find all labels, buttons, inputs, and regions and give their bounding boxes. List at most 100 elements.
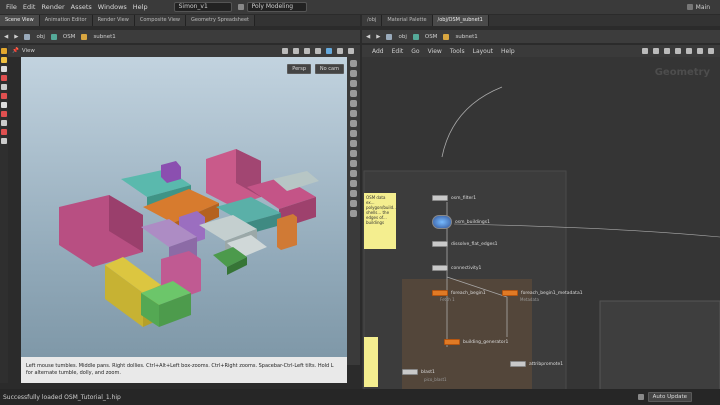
menu-help[interactable]: Help — [133, 3, 148, 11]
home-icon[interactable] — [664, 48, 670, 54]
frame-icon[interactable] — [326, 48, 332, 54]
display-option-icon[interactable] — [350, 210, 357, 217]
osm-icon — [50, 33, 57, 40]
pose-tool-icon[interactable] — [1, 57, 7, 63]
menu-assets[interactable]: Assets — [71, 3, 92, 11]
wrench-icon[interactable] — [642, 48, 648, 54]
grid-icon[interactable] — [1, 138, 7, 144]
net-menu-edit[interactable]: Edit — [392, 48, 404, 55]
scene-viewport[interactable]: Persp No cam — [21, 57, 347, 357]
desktop-field[interactable]: Poly Modeling — [246, 2, 307, 12]
path-subnet[interactable]: subnet1 — [455, 34, 477, 40]
camera-icon[interactable] — [1, 120, 7, 126]
display-option-icon[interactable] — [350, 200, 357, 207]
node-foreach-metadata[interactable]: foreach_begin1_metadata1 — [502, 290, 583, 296]
select-tool-icon[interactable] — [1, 48, 7, 54]
node-blast[interactable]: blast1 — [402, 369, 435, 375]
forward-arrow-icon[interactable]: ▶ — [376, 34, 380, 40]
scene-field[interactable]: Simon_v1 — [173, 2, 232, 12]
main-label: Main — [695, 3, 710, 11]
pin-icon[interactable]: 📌 — [12, 48, 19, 54]
tab-animation-editor[interactable]: Animation Editor — [39, 15, 93, 26]
sticky-note[interactable] — [364, 337, 378, 387]
flag-icon[interactable] — [653, 48, 659, 54]
display-option-icon[interactable] — [350, 130, 357, 137]
path-obj[interactable]: obj — [398, 34, 406, 40]
path-osm[interactable]: OSM — [63, 34, 76, 40]
network-wires — [363, 86, 720, 389]
left-toolbar — [0, 45, 8, 383]
node-building-generator[interactable]: building_generator1 — [444, 339, 508, 345]
net-menu-add[interactable]: Add — [372, 48, 384, 55]
display-option-icon[interactable] — [350, 170, 357, 177]
rotate-tool-icon[interactable] — [1, 75, 7, 81]
select-arrow-icon[interactable] — [293, 48, 299, 54]
node-connectivity[interactable]: connectivity1 — [432, 265, 481, 271]
tab-osm-subnet[interactable]: /obj/OSM_subnet1 — [432, 15, 489, 26]
sticky-note[interactable]: OSM data ex... polygon/build... shells..… — [364, 193, 397, 249]
tab-material-palette[interactable]: Material Palette — [382, 15, 433, 26]
tab-composite-view[interactable]: Composite View — [134, 15, 186, 26]
menu-edit[interactable]: Edit — [23, 3, 36, 11]
move-tool-icon[interactable] — [1, 66, 7, 72]
tab-obj[interactable]: /obj — [362, 15, 383, 26]
node-osm-buildings[interactable]: osm_buildings1 — [432, 215, 490, 229]
net-menu-view[interactable]: View — [428, 48, 442, 55]
menu-render[interactable]: Render — [41, 3, 64, 11]
tab-render-view[interactable]: Render View — [92, 15, 135, 26]
main-desk[interactable]: Main — [686, 3, 710, 11]
back-arrow-icon[interactable]: ◀ — [366, 34, 370, 40]
snap-icon[interactable] — [1, 129, 7, 135]
layout-icon[interactable] — [697, 48, 703, 54]
handle-tool-icon[interactable] — [1, 93, 7, 99]
display-option-icon[interactable] — [350, 140, 357, 147]
grid-icon[interactable] — [675, 48, 681, 54]
network-editor[interactable]: Geometry OSM data ex... polygon/build...… — [362, 57, 720, 389]
display-option-icon[interactable] — [350, 110, 357, 117]
tab-geometry-spreadsheet[interactable]: Geometry Spreadsheet — [186, 15, 256, 26]
node-osm-filter[interactable]: osm_filter1 — [432, 195, 476, 201]
net-menu-go[interactable]: Go — [411, 48, 419, 55]
select-arrow-icon[interactable] — [304, 48, 310, 54]
forward-arrow-icon[interactable]: ▶ — [14, 34, 18, 40]
status-message: Successfully loaded OSM_Tutorial_1.hip — [3, 393, 121, 401]
camera-icon[interactable] — [337, 48, 343, 54]
node-foreach-begin[interactable]: foreach_begin1 — [432, 290, 486, 296]
lock-icon[interactable] — [1, 102, 7, 108]
display-option-icon[interactable] — [350, 190, 357, 197]
path-subnet[interactable]: subnet1 — [93, 34, 115, 40]
display-toolbar — [347, 57, 360, 365]
net-menu-help[interactable]: Help — [501, 48, 515, 55]
subnet-icon — [81, 33, 88, 40]
net-menu-layout[interactable]: Layout — [473, 48, 493, 55]
path-obj[interactable]: obj — [36, 34, 44, 40]
layout-icon[interactable] — [708, 48, 714, 54]
node-dissolve[interactable]: dissolve_flat_edges1 — [432, 241, 498, 247]
display-option-icon[interactable] — [350, 80, 357, 87]
menubar: File Edit Render Assets Windows Help Sim… — [0, 0, 720, 14]
display-option-icon[interactable] — [350, 160, 357, 167]
brush-icon[interactable] — [315, 48, 321, 54]
display-option-icon[interactable] — [350, 70, 357, 77]
node-attribpromote[interactable]: attribpromote1 — [510, 361, 563, 367]
display-option-icon[interactable] — [350, 100, 357, 107]
tab-scene-view[interactable]: Scene View — [0, 15, 40, 26]
menu-file[interactable]: File — [6, 3, 17, 11]
display-option-icon[interactable] — [350, 90, 357, 97]
display-option-icon[interactable] — [350, 180, 357, 187]
menu-windows[interactable]: Windows — [98, 3, 127, 11]
auto-update-button[interactable]: Auto Update — [647, 392, 692, 402]
magnet-icon[interactable] — [1, 111, 7, 117]
back-arrow-icon[interactable]: ◀ — [4, 34, 8, 40]
gear-icon[interactable] — [348, 48, 354, 54]
right-path-bar: ◀ ▶ obj OSM subnet1 — [362, 30, 720, 43]
display-option-icon[interactable] — [350, 150, 357, 157]
hand-icon[interactable] — [282, 48, 288, 54]
net-menu-tools[interactable]: Tools — [450, 48, 465, 55]
display-option-icon[interactable] — [350, 120, 357, 127]
display-option-icon[interactable] — [350, 60, 357, 67]
viewport-header: 📌 View — [8, 45, 360, 57]
path-osm[interactable]: OSM — [425, 34, 438, 40]
scale-tool-icon[interactable] — [1, 84, 7, 90]
layout-icon[interactable] — [686, 48, 692, 54]
